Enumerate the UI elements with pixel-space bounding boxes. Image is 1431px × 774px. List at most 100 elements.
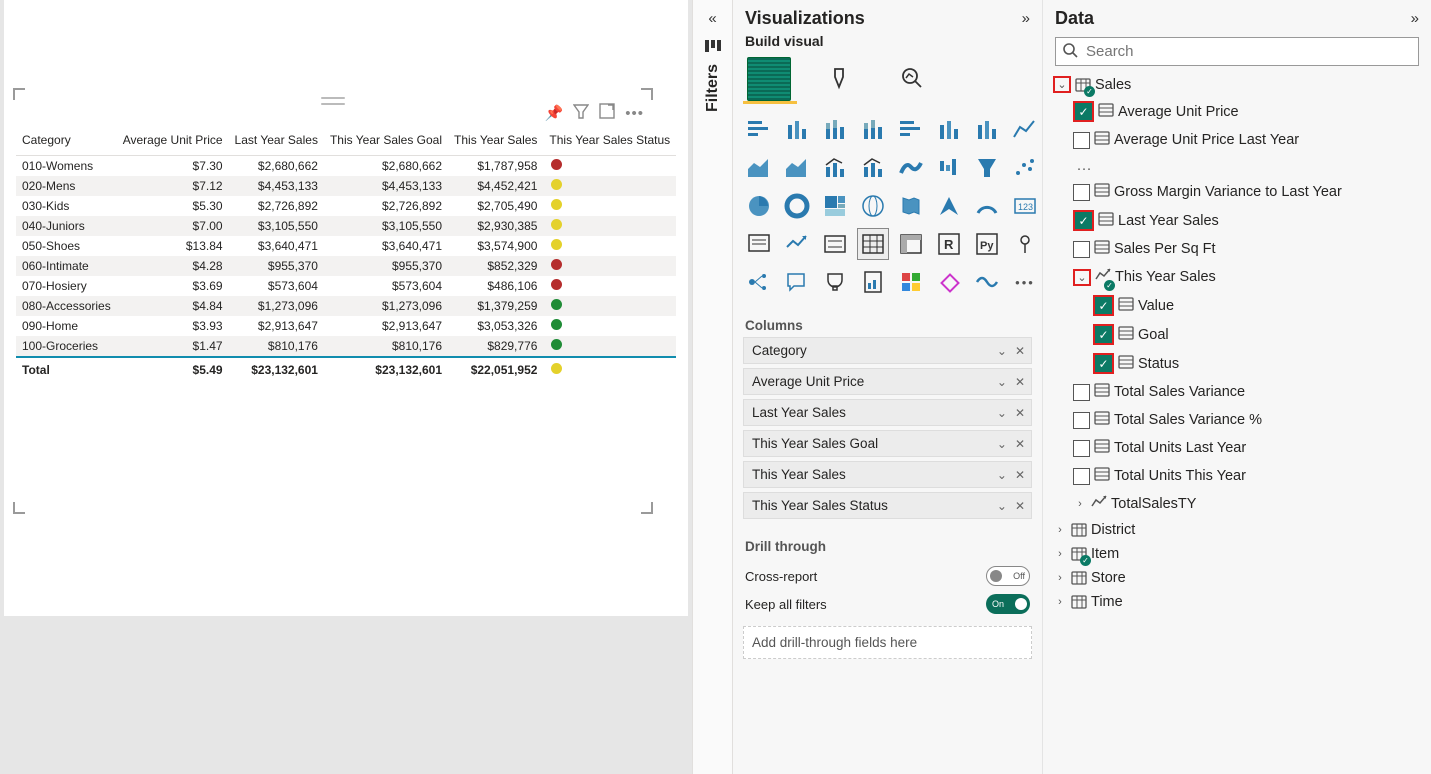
- viz-type-flow[interactable]: [971, 266, 1003, 298]
- table-time[interactable]: › Time: [1051, 590, 1423, 614]
- field-ty-goal[interactable]: ✓ Goal: [1051, 320, 1423, 349]
- collapse-data-icon[interactable]: »: [1411, 10, 1419, 27]
- viz-type-treemap[interactable]: [819, 190, 851, 222]
- report-canvas[interactable]: 📌 ••• CategoryAverage Unit PriceLast Yea…: [0, 0, 692, 774]
- viz-type-donut[interactable]: [781, 190, 813, 222]
- viz-type-bars-v[interactable]: [781, 114, 813, 146]
- viz-type-ribbon[interactable]: [895, 152, 927, 184]
- column-header[interactable]: This Year Sales Status: [543, 127, 676, 156]
- field-sales-per-sqft[interactable]: Sales Per Sq Ft: [1051, 235, 1423, 263]
- viz-type-area[interactable]: [781, 152, 813, 184]
- remove-field-icon[interactable]: ✕: [1015, 499, 1025, 513]
- collapse-viz-icon[interactable]: »: [1022, 10, 1030, 27]
- resize-handle-tl[interactable]: [13, 88, 25, 100]
- field-ty-value[interactable]: ✓ Value: [1051, 291, 1423, 320]
- cross-report-toggle[interactable]: Off: [986, 566, 1030, 586]
- field-menu-icon[interactable]: ⌄: [997, 375, 1007, 389]
- expand-filters-icon[interactable]: «: [708, 10, 716, 27]
- drillthrough-dropzone[interactable]: Add drill-through fields here: [743, 626, 1032, 659]
- viz-type-decomp[interactable]: [743, 266, 775, 298]
- viz-type-map[interactable]: [857, 190, 889, 222]
- table-row[interactable]: 010-Womens$7.30$2,680,662$2,680,662$1,78…: [16, 156, 676, 177]
- table-row[interactable]: 090-Home$3.93$2,913,647$2,913,647$3,053,…: [16, 316, 676, 336]
- table-row[interactable]: 020-Mens$7.12$4,453,133$4,453,133$4,452,…: [16, 176, 676, 196]
- viz-type-qna[interactable]: [781, 266, 813, 298]
- table-visual[interactable]: 📌 ••• CategoryAverage Unit PriceLast Yea…: [14, 89, 652, 513]
- table-row[interactable]: 060-Intimate$4.28$955,370$955,370$852,32…: [16, 256, 676, 276]
- more-options-icon[interactable]: •••: [625, 105, 644, 122]
- table-item[interactable]: ›✓ Item: [1051, 542, 1423, 566]
- viz-type-diamond[interactable]: [933, 266, 965, 298]
- field-menu-icon[interactable]: ⌄: [997, 437, 1007, 451]
- build-tab[interactable]: [747, 57, 791, 101]
- table-sales[interactable]: ⌄ ✓ Sales: [1051, 72, 1423, 97]
- column-field[interactable]: This Year Sales Goal⌄✕: [743, 430, 1032, 457]
- field-ty-status[interactable]: ✓ Status: [1051, 349, 1423, 378]
- format-tab[interactable]: [819, 57, 863, 101]
- viz-type-scatter[interactable]: [1009, 152, 1041, 184]
- viz-type-table[interactable]: [857, 228, 889, 260]
- filters-pane-collapsed[interactable]: « Filters: [692, 0, 733, 774]
- field-total-units-ty[interactable]: Total Units This Year: [1051, 462, 1423, 490]
- viz-type-cup[interactable]: [819, 266, 851, 298]
- column-field[interactable]: This Year Sales Status⌄✕: [743, 492, 1032, 519]
- remove-field-icon[interactable]: ✕: [1015, 468, 1025, 482]
- field-menu-icon[interactable]: ⌄: [997, 406, 1007, 420]
- viz-type-paginated[interactable]: [857, 266, 889, 298]
- table-row[interactable]: 080-Accessories$4.84$1,273,096$1,273,096…: [16, 296, 676, 316]
- column-header[interactable]: Average Unit Price: [117, 127, 229, 156]
- viz-more-icon[interactable]: •••: [1009, 266, 1041, 298]
- column-header[interactable]: Category: [16, 127, 117, 156]
- viz-type-narrative[interactable]: [743, 228, 775, 260]
- viz-type-line[interactable]: [1009, 114, 1041, 146]
- viz-type-matrix[interactable]: [895, 228, 927, 260]
- search-input[interactable]: [1084, 42, 1412, 61]
- remove-field-icon[interactable]: ✕: [1015, 437, 1025, 451]
- viz-type-filled-map[interactable]: [895, 190, 927, 222]
- viz-type-py[interactable]: [971, 228, 1003, 260]
- viz-type-bars-h[interactable]: [743, 114, 775, 146]
- field-avg-unit-price[interactable]: ✓ Average Unit Price: [1051, 97, 1423, 126]
- viz-type-pie[interactable]: [743, 190, 775, 222]
- viz-type-funnel[interactable]: [971, 152, 1003, 184]
- viz-type-combo[interactable]: [857, 152, 889, 184]
- field-total-sales-var-pct[interactable]: Total Sales Variance %: [1051, 406, 1423, 434]
- resize-handle-tr[interactable]: [641, 88, 653, 100]
- field-total-sales-ty[interactable]: › TotalSalesTY: [1051, 490, 1423, 518]
- keep-filters-toggle[interactable]: On: [986, 594, 1030, 614]
- viz-type-area[interactable]: [743, 152, 775, 184]
- column-header[interactable]: This Year Sales Goal: [324, 127, 448, 156]
- viz-type-arrow[interactable]: [933, 190, 965, 222]
- viz-type-slicer[interactable]: [819, 228, 851, 260]
- search-box[interactable]: [1055, 37, 1419, 66]
- resize-handle-br[interactable]: [641, 502, 653, 514]
- viz-type-combo[interactable]: [819, 152, 851, 184]
- viz-type-bars-v[interactable]: [971, 114, 1003, 146]
- field-menu-icon[interactable]: ⌄: [997, 499, 1007, 513]
- remove-field-icon[interactable]: ✕: [1015, 344, 1025, 358]
- viz-type-bars-h[interactable]: [895, 114, 927, 146]
- viz-type-bars-v[interactable]: [933, 114, 965, 146]
- table-district[interactable]: › District: [1051, 518, 1423, 542]
- focus-mode-icon[interactable]: [599, 103, 615, 123]
- pin-icon[interactable]: 📌: [545, 104, 564, 122]
- viz-type-r[interactable]: [933, 228, 965, 260]
- viz-type-kpi[interactable]: [781, 228, 813, 260]
- column-header[interactable]: Last Year Sales: [229, 127, 324, 156]
- column-field[interactable]: Category⌄✕: [743, 337, 1032, 364]
- field-avg-unit-price-ly[interactable]: Average Unit Price Last Year: [1051, 126, 1423, 154]
- table-store[interactable]: › Store: [1051, 566, 1423, 590]
- column-field[interactable]: Average Unit Price⌄✕: [743, 368, 1032, 395]
- column-field[interactable]: This Year Sales⌄✕: [743, 461, 1032, 488]
- field-total-sales-var[interactable]: Total Sales Variance: [1051, 378, 1423, 406]
- table-row[interactable]: 100-Groceries$1.47$810,176$810,176$829,7…: [16, 336, 676, 357]
- viz-type-stacked[interactable]: [857, 114, 889, 146]
- viz-type-influencer[interactable]: [1009, 228, 1041, 260]
- viz-type-waterfall[interactable]: [933, 152, 965, 184]
- field-more[interactable]: ...: [1051, 154, 1423, 178]
- field-last-year-sales[interactable]: ✓ Last Year Sales: [1051, 206, 1423, 235]
- filter-icon[interactable]: [573, 103, 589, 123]
- field-menu-icon[interactable]: ⌄: [997, 344, 1007, 358]
- visual-drag-handle[interactable]: [321, 97, 345, 105]
- table-row[interactable]: 030-Kids$5.30$2,726,892$2,726,892$2,705,…: [16, 196, 676, 216]
